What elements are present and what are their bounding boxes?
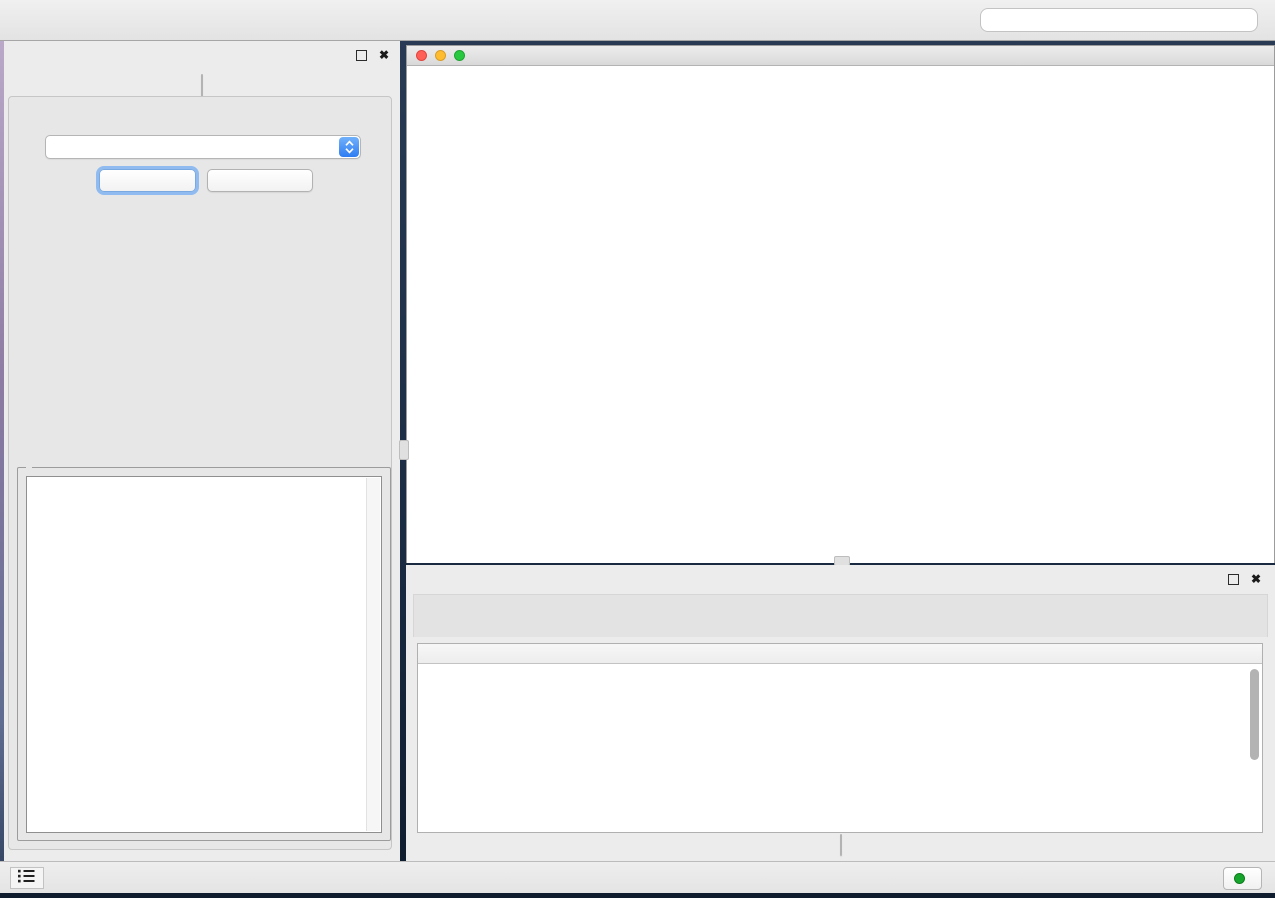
table-panel-tabs <box>840 834 842 856</box>
memory-button[interactable] <box>1223 867 1262 890</box>
task-history-button[interactable] <box>10 867 44 889</box>
search-field[interactable] <box>980 8 1258 32</box>
mcds-result-list <box>26 476 382 833</box>
table-scrollbar-thumb[interactable] <box>1250 669 1259 760</box>
close-window-icon[interactable] <box>416 50 427 61</box>
mcds-list-scrollbar[interactable] <box>366 478 380 831</box>
close-panel-icon[interactable]: ✖ <box>379 48 389 62</box>
network-window <box>406 45 1275 563</box>
close-panel-button[interactable] <box>207 169 313 192</box>
vertical-split-handle[interactable] <box>399 440 409 460</box>
criterion-select[interactable] <box>45 135 361 159</box>
control-panel-header: ✖ <box>4 41 400 69</box>
main-toolbar <box>0 0 1275 41</box>
maximize-window-icon[interactable] <box>454 50 465 61</box>
network-view-canvas[interactable] <box>407 66 1274 563</box>
float-panel-icon[interactable] <box>356 50 367 61</box>
mcds-tab-content <box>8 96 392 850</box>
select-stepper-icon <box>339 137 359 157</box>
float-table-panel-icon[interactable] <box>1228 574 1239 585</box>
minimize-window-icon[interactable] <box>435 50 446 61</box>
task-list-icon <box>18 869 36 888</box>
control-panel: ✖ <box>4 41 400 861</box>
table-panel-header: ✖ <box>406 565 1275 593</box>
table-toolbar <box>413 594 1268 637</box>
table-panel: ✖ <box>406 565 1275 861</box>
network-window-titlebar[interactable] <box>407 46 1274 66</box>
search-input[interactable] <box>991 10 1257 30</box>
status-bar <box>0 861 1275 893</box>
control-panel-tabs <box>201 74 203 97</box>
table-header-row <box>418 644 1262 664</box>
run-mcds-button[interactable] <box>99 169 196 192</box>
node-table <box>417 643 1263 833</box>
close-table-panel-icon[interactable]: ✖ <box>1251 572 1261 586</box>
mcds-result-group <box>17 467 391 841</box>
memory-status-icon <box>1234 873 1245 884</box>
network-graph[interactable] <box>407 66 1274 563</box>
